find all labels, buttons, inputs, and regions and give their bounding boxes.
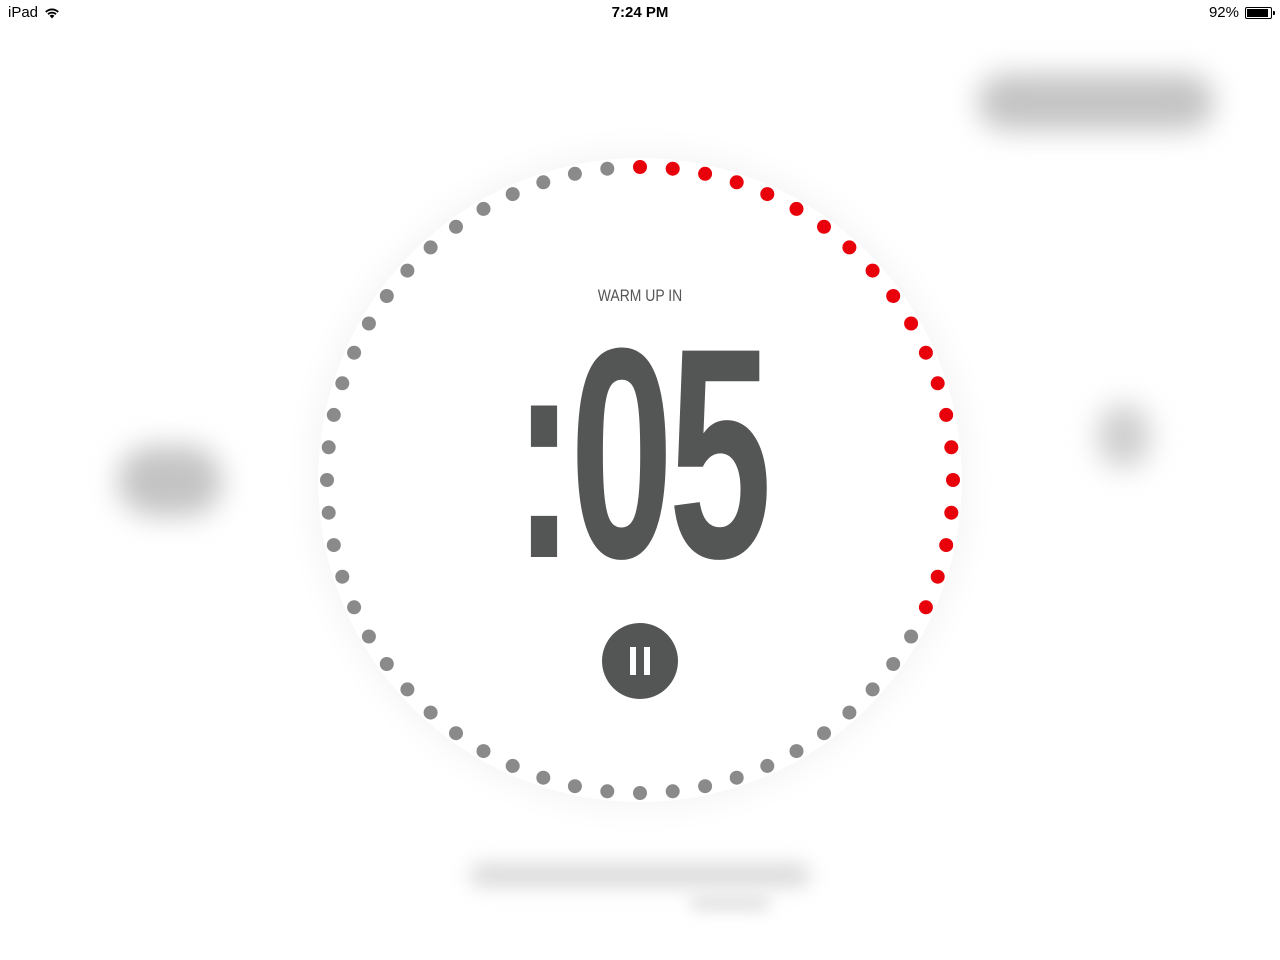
progress-dot-inactive <box>326 538 341 553</box>
progress-dot-inactive <box>600 161 615 176</box>
progress-dot-active <box>729 175 744 190</box>
progress-dot-inactive <box>423 705 438 720</box>
pause-icon <box>630 647 650 675</box>
pause-icon-bar-right <box>644 647 650 675</box>
progress-dot-inactive <box>633 786 647 800</box>
progress-dot-active <box>944 440 959 455</box>
progress-dot-inactive <box>423 240 438 255</box>
progress-dot-inactive <box>904 629 919 644</box>
progress-dot-inactive <box>361 316 376 331</box>
pause-button[interactable] <box>602 623 678 699</box>
progress-dot-active <box>789 201 804 216</box>
progress-dot-inactive <box>886 657 901 671</box>
progress-dot-inactive <box>505 758 520 773</box>
progress-dot-active <box>665 161 680 176</box>
pause-icon-bar-left <box>630 647 636 675</box>
progress-dot-active <box>918 600 933 615</box>
progress-dot-inactive <box>536 770 551 785</box>
progress-dot-active <box>939 538 954 553</box>
progress-dot-active <box>944 505 959 520</box>
progress-dot-inactive <box>698 779 713 794</box>
progress-dot-active <box>817 219 831 234</box>
progress-dot-inactive <box>817 726 831 741</box>
timer-countdown: :05 <box>513 285 772 621</box>
progress-dot-inactive <box>379 289 394 303</box>
progress-dot-inactive <box>865 682 880 697</box>
progress-dot-inactive <box>567 779 582 794</box>
progress-dot-active <box>946 473 960 487</box>
progress-dot-inactive <box>567 166 582 181</box>
progress-dot-inactive <box>400 682 415 697</box>
progress-dot-active <box>930 569 945 584</box>
progress-dot-inactive <box>379 657 394 671</box>
progress-dot-inactive <box>476 201 491 216</box>
progress-dot-inactive <box>789 744 804 759</box>
progress-dot-active <box>760 187 775 202</box>
progress-dot-inactive <box>335 376 350 391</box>
progress-dot-inactive <box>760 758 775 773</box>
progress-dot-inactive <box>505 187 520 202</box>
progress-dot-active <box>904 316 919 331</box>
progress-dot-active <box>842 240 857 255</box>
progress-dot-active <box>930 376 945 391</box>
progress-dot-inactive <box>321 440 336 455</box>
progress-dot-inactive <box>665 784 680 799</box>
progress-dot-inactive <box>536 175 551 190</box>
progress-dot-inactive <box>347 345 362 360</box>
progress-dot-inactive <box>842 705 857 720</box>
progress-dot-inactive <box>449 219 463 234</box>
progress-dot-inactive <box>347 600 362 615</box>
progress-dot-inactive <box>321 505 336 520</box>
progress-dot-inactive <box>476 744 491 759</box>
progress-dot-active <box>918 345 933 360</box>
progress-dot-active <box>939 407 954 422</box>
workout-timer-screen: iPad 7:24 PM 92% WARM UP IN :05 <box>0 0 1280 960</box>
progress-dot-inactive <box>326 407 341 422</box>
progress-dot-active <box>633 160 647 174</box>
progress-dot-inactive <box>361 629 376 644</box>
progress-dot-inactive <box>400 263 415 278</box>
progress-dot-active <box>698 166 713 181</box>
progress-dot-inactive <box>600 784 615 799</box>
progress-dot-active <box>886 289 901 303</box>
progress-dot-active <box>865 263 880 278</box>
progress-dot-inactive <box>335 569 350 584</box>
progress-dot-inactive <box>449 726 463 741</box>
progress-dot-inactive <box>729 770 744 785</box>
progress-dot-inactive <box>320 473 334 487</box>
